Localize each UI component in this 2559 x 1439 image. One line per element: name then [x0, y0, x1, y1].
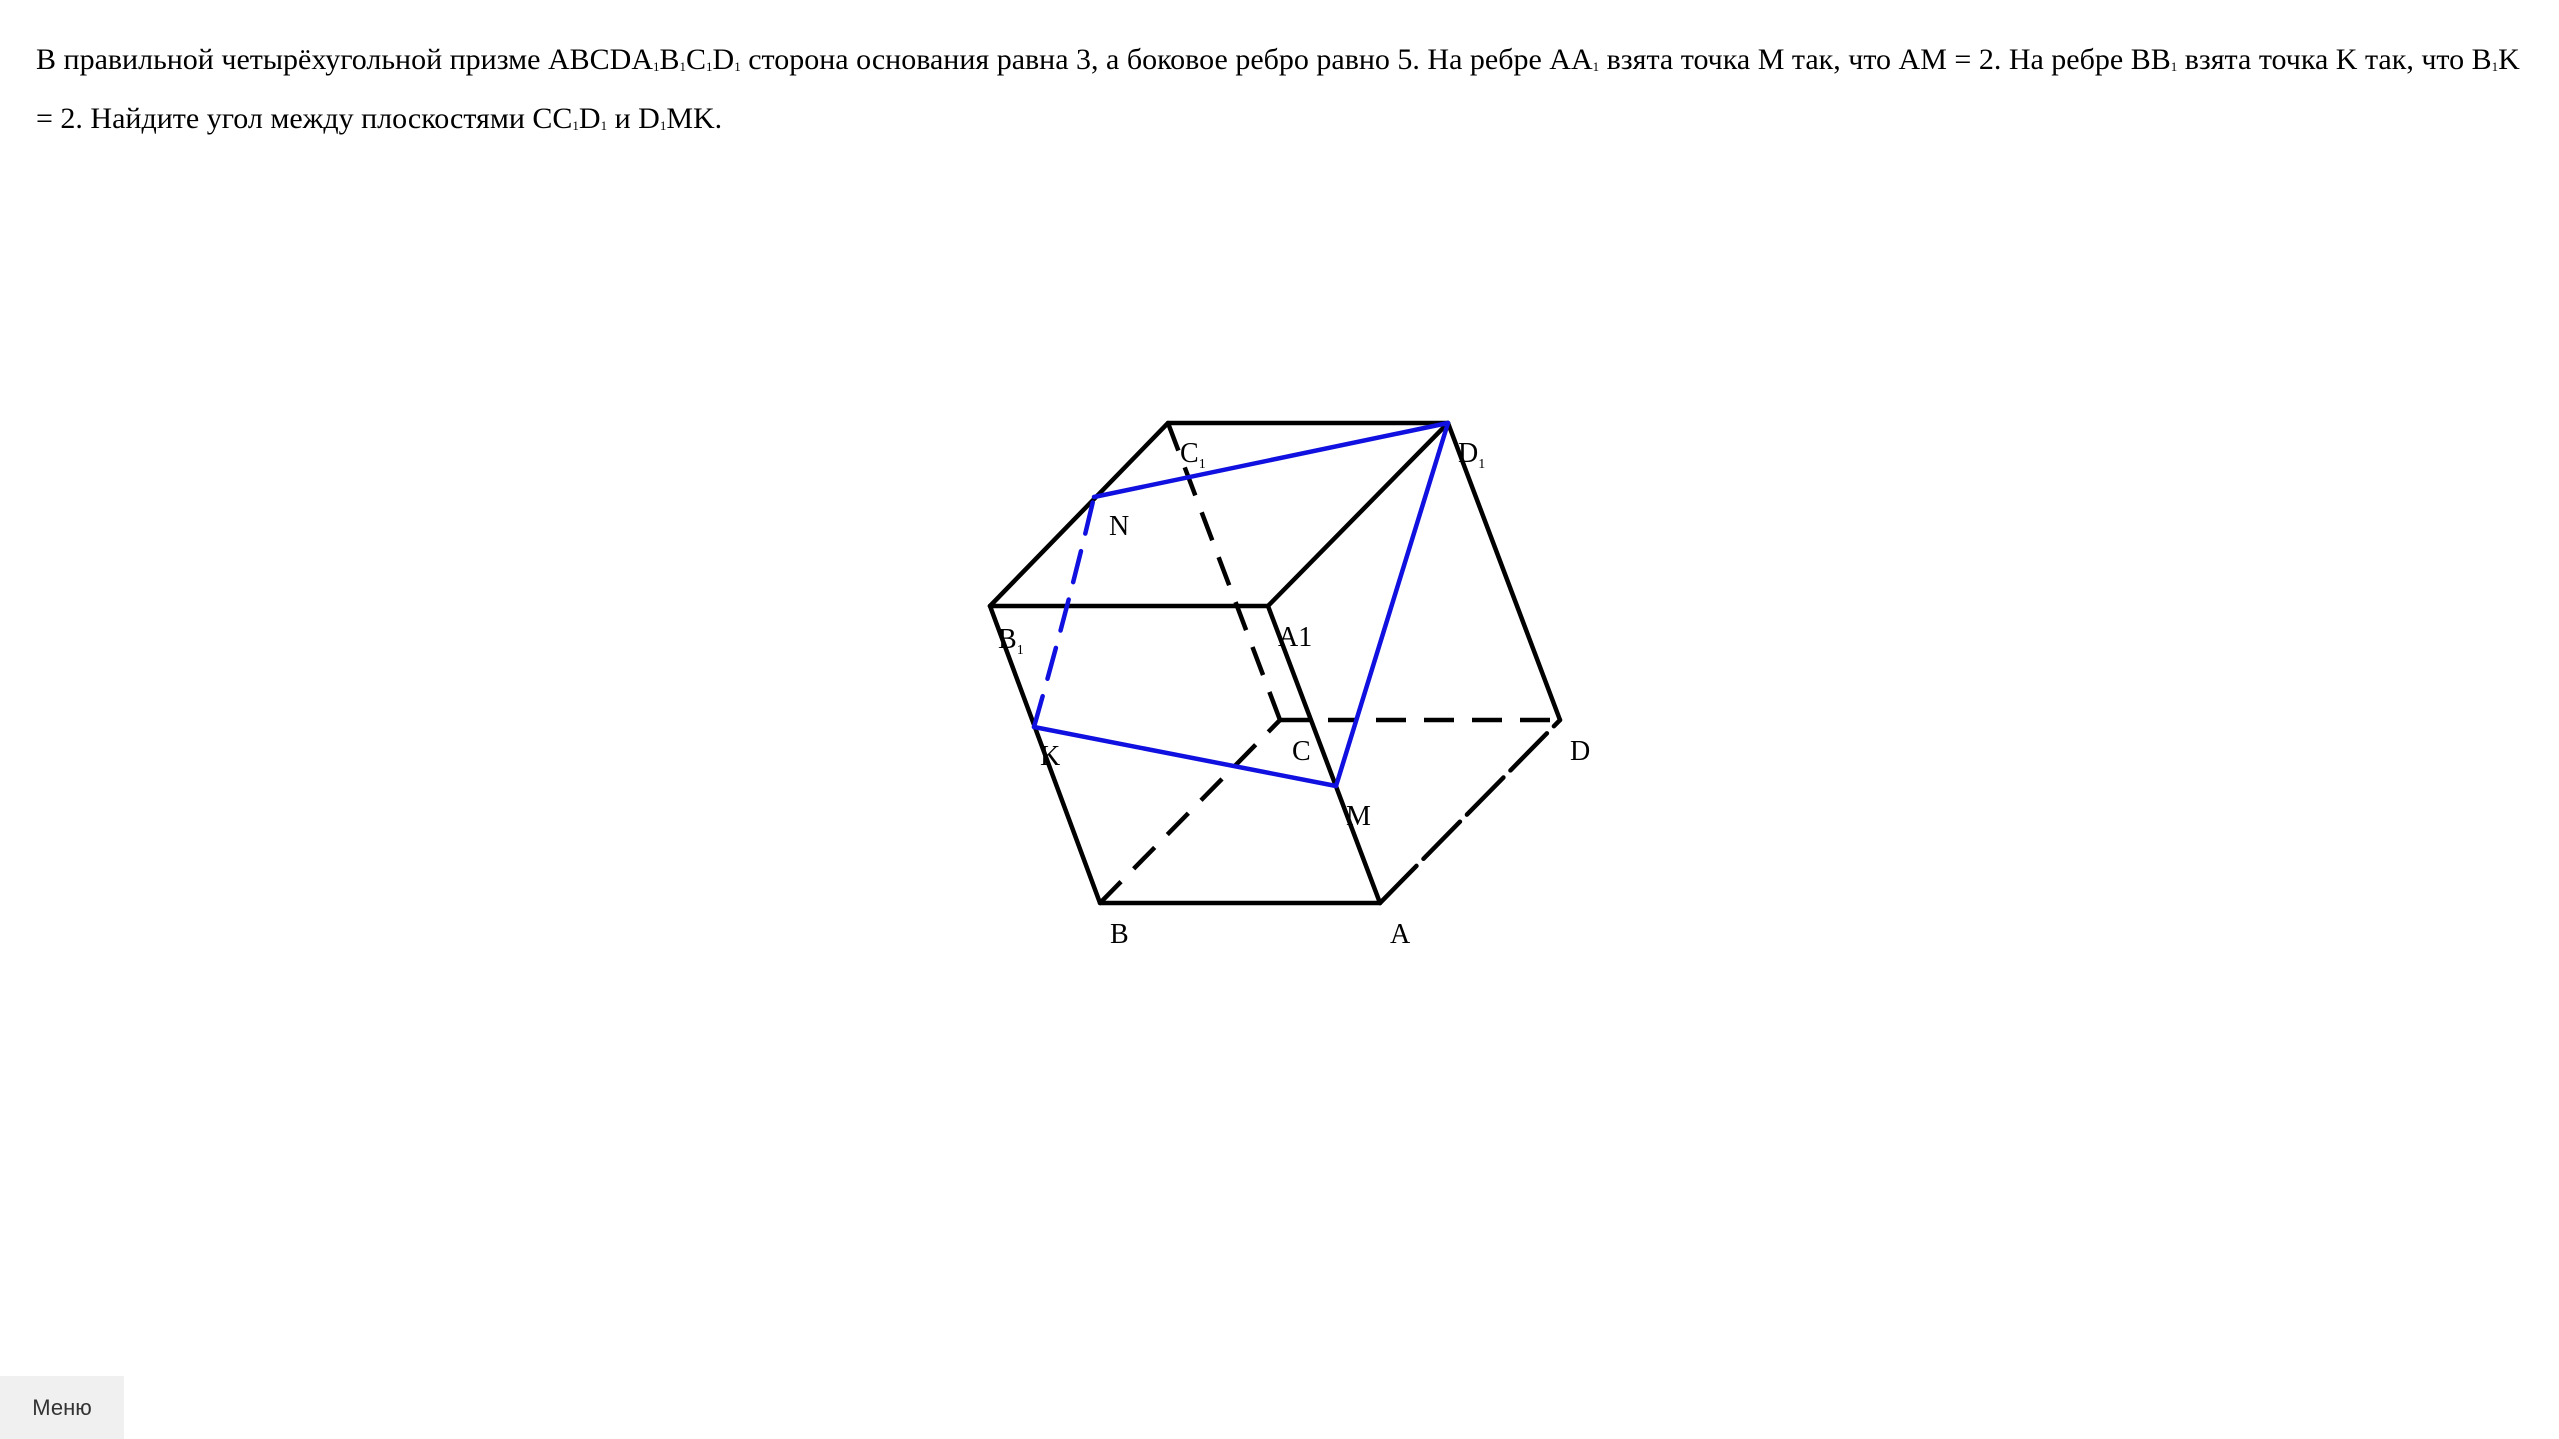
- hidden-edges: [1098, 422, 1560, 905]
- label-b1: B1: [998, 624, 1024, 658]
- menu-button[interactable]: Меню: [0, 1376, 124, 1439]
- label-d: D: [1570, 736, 1590, 767]
- label-n: N: [1109, 511, 1129, 542]
- label-k: K: [1040, 741, 1060, 772]
- label-a1: A1: [1278, 622, 1312, 653]
- label-c: C: [1292, 736, 1311, 767]
- edge-b1-c1: [987, 420, 1171, 609]
- section-n-d1: [1091, 420, 1451, 500]
- edge-a-d: [1377, 717, 1563, 906]
- label-d1: D1: [1458, 438, 1485, 472]
- prism-edges: [987, 420, 1563, 906]
- label-m: M: [1346, 801, 1371, 832]
- label-b: B: [1110, 919, 1129, 950]
- label-c1: C1: [1180, 438, 1206, 472]
- label-a: A: [1390, 919, 1411, 950]
- section-m-k: [1031, 724, 1339, 789]
- prism-figure: C1 D1 N B1 A1 K C D M B A: [987, 420, 1590, 950]
